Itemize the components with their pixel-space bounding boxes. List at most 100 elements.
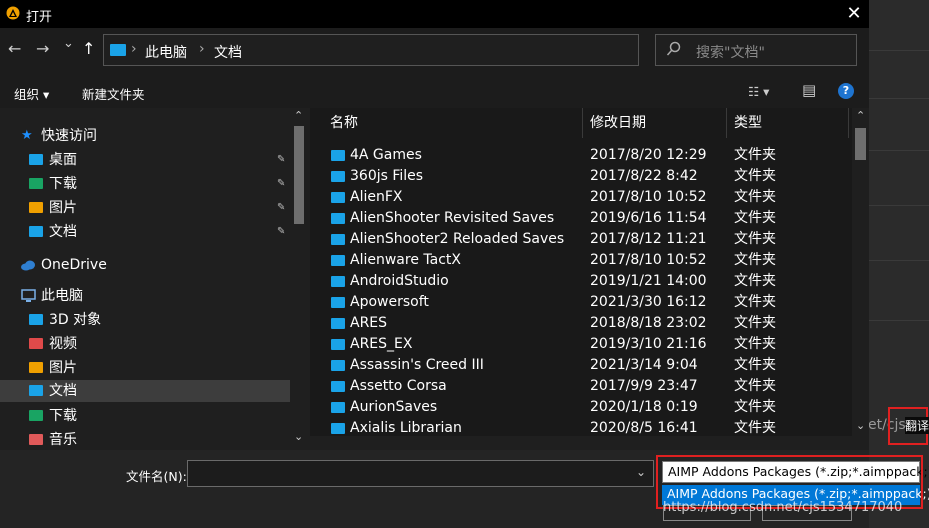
download-icon <box>29 410 43 421</box>
file-name: AlienShooter Revisited Saves <box>350 210 555 226</box>
file-list: ⌃ 名称 修改日期 类型 4A Games 2017/8/20 12:29 文件夹 … <box>310 108 852 436</box>
breadcrumb-separator: › <box>131 41 137 57</box>
sidebar-item-label: 视频 <box>49 336 77 352</box>
sidebar-item-label: 文档 <box>49 224 77 240</box>
filename-label: 文件名(N): <box>126 469 187 484</box>
file-date: 2021/3/30 16:12 <box>590 294 707 310</box>
view-options-icon[interactable]: ☷ ▾ <box>748 84 769 99</box>
scroll-up-icon[interactable]: ⌃ <box>856 109 865 122</box>
sidebar-item-music[interactable]: 音乐 <box>0 429 290 450</box>
file-row[interactable]: Alienware TactX 2017/8/10 10:52 文件夹 <box>310 250 852 271</box>
breadcrumb-this-pc[interactable]: 此电脑 <box>145 42 187 62</box>
scrollbar-thumb[interactable] <box>294 126 304 224</box>
column-header-type[interactable]: 类型 <box>734 108 762 138</box>
file-type: 文件夹 <box>734 273 776 289</box>
folder-icon <box>331 234 345 245</box>
sidebar-item-pictures-pc[interactable]: 图片 <box>0 357 290 379</box>
column-divider[interactable] <box>582 108 583 138</box>
sidebar-item-desktop[interactable]: 桌面 ✎ <box>0 149 290 171</box>
filename-input[interactable]: ⌄ <box>187 460 654 487</box>
file-date: 2021/3/14 9:04 <box>590 357 698 373</box>
file-row[interactable]: Axialis Librarian 2020/8/5 16:41 文件夹 <box>310 418 852 436</box>
sidebar-item-onedrive[interactable]: OneDrive <box>0 254 290 276</box>
column-divider[interactable] <box>848 108 849 138</box>
preview-pane-icon[interactable]: ▤ <box>802 81 816 99</box>
desktop-icon <box>29 154 43 165</box>
background-translate-button[interactable]: 翻译 <box>905 417 929 434</box>
recent-locations-chevron-icon[interactable]: ⌄ <box>63 36 74 51</box>
file-name: AlienFX <box>350 189 403 205</box>
sidebar-item-downloads[interactable]: 下载 ✎ <box>0 173 290 195</box>
folder-icon <box>331 318 345 329</box>
file-date: 2020/8/5 16:41 <box>590 420 698 436</box>
file-type: 文件夹 <box>734 294 776 310</box>
scroll-down-icon[interactable]: ⌄ <box>856 419 865 432</box>
sidebar-item-label: 下载 <box>49 408 77 424</box>
file-type: 文件夹 <box>734 357 776 373</box>
file-row[interactable]: ARES 2018/8/18 23:02 文件夹 <box>310 313 852 334</box>
sidebar-item-label: 桌面 <box>49 152 77 168</box>
sidebar-item-documents[interactable]: 文档 ✎ <box>0 221 290 243</box>
help-icon[interactable]: ? <box>838 83 854 99</box>
file-row[interactable]: 4A Games 2017/8/20 12:29 文件夹 <box>310 145 852 166</box>
file-row[interactable]: AlienShooter Revisited Saves 2019/6/16 11… <box>310 208 852 229</box>
search-box[interactable]: 搜索"文档" <box>655 34 857 66</box>
file-type: 文件夹 <box>734 231 776 247</box>
scroll-up-icon[interactable]: ⌃ <box>294 109 303 122</box>
file-name: AndroidStudio <box>350 273 449 289</box>
file-row[interactable]: Assassin's Creed III 2021/3/14 9:04 文件夹 <box>310 355 852 376</box>
file-row[interactable]: Apowersoft 2021/3/30 16:12 文件夹 <box>310 292 852 313</box>
forward-arrow-icon[interactable]: → <box>36 39 49 58</box>
up-arrow-icon[interactable]: ↑ <box>82 39 95 58</box>
sidebar-item-downloads-pc[interactable]: 下载 <box>0 405 290 427</box>
file-row[interactable]: Assetto Corsa 2017/9/9 23:47 文件夹 <box>310 376 852 397</box>
sidebar-item-documents-pc[interactable]: 文档 <box>0 380 290 402</box>
organize-button[interactable]: 组织 ▾ <box>14 84 49 103</box>
pin-icon[interactable]: ✎ <box>277 221 285 243</box>
folder-icon <box>331 297 345 308</box>
sidebar-item-3d-objects[interactable]: 3D 对象 <box>0 309 290 331</box>
file-type: 文件夹 <box>734 210 776 226</box>
close-button[interactable]: ✕ <box>840 2 868 26</box>
scroll-down-icon[interactable]: ⌄ <box>294 430 303 443</box>
scrollbar-thumb[interactable] <box>855 128 866 160</box>
file-name: Alienware TactX <box>350 252 461 268</box>
file-name: Apowersoft <box>350 294 429 310</box>
breadcrumb-documents[interactable]: 文档 <box>214 42 242 62</box>
pin-icon[interactable]: ✎ <box>277 149 285 171</box>
background-app <box>869 0 929 528</box>
column-header-name[interactable]: 名称 <box>330 108 358 138</box>
video-icon <box>29 338 43 349</box>
column-header-date[interactable]: 修改日期 <box>590 108 646 138</box>
file-name: Assassin's Creed III <box>350 357 484 373</box>
horizontal-scrollbar[interactable] <box>310 436 852 450</box>
sidebar-item-pictures[interactable]: 图片 ✎ <box>0 197 290 219</box>
file-name: ARES_EX <box>350 336 413 352</box>
file-row[interactable]: AurionSaves 2020/1/18 0:19 文件夹 <box>310 397 852 418</box>
file-type: 文件夹 <box>734 336 776 352</box>
file-date: 2017/8/12 11:21 <box>590 231 707 247</box>
address-bar[interactable]: › 此电脑 › 文档 ⌄ ↻ <box>103 34 731 66</box>
back-arrow-icon[interactable]: ← <box>8 39 21 58</box>
folder-icon <box>331 402 345 413</box>
file-row[interactable]: AlienFX 2017/8/10 10:52 文件夹 <box>310 187 852 208</box>
sidebar-item-label: 图片 <box>49 200 77 216</box>
file-list-scrollbar[interactable]: ⌃ ⌄ <box>852 108 869 436</box>
command-toolbar: 组织 ▾ 新建文件夹 ☷ ▾ ▤ ? <box>0 74 869 108</box>
file-name: AlienShooter2 Reloaded Saves <box>350 231 565 247</box>
file-row[interactable]: 360js Files 2017/8/22 8:42 文件夹 <box>310 166 852 187</box>
pin-icon[interactable]: ✎ <box>277 173 285 195</box>
sidebar-item-this-pc[interactable]: 此电脑 <box>0 285 290 307</box>
sidebar-item-quick-access[interactable]: ★ 快速访问 <box>0 125 290 147</box>
chevron-down-icon[interactable]: ⌄ <box>636 465 646 479</box>
sidebar-item-videos[interactable]: 视频 <box>0 333 290 355</box>
file-type: 文件夹 <box>734 420 776 436</box>
navigation-pane-scrollbar[interactable]: ⌃ ⌄ <box>290 108 308 450</box>
column-divider[interactable] <box>726 108 727 138</box>
search-icon <box>666 41 682 61</box>
file-row[interactable]: ARES_EX 2019/3/10 21:16 文件夹 <box>310 334 852 355</box>
pin-icon[interactable]: ✎ <box>277 197 285 219</box>
file-row[interactable]: AndroidStudio 2019/1/21 14:00 文件夹 <box>310 271 852 292</box>
file-row[interactable]: AlienShooter2 Reloaded Saves 2017/8/12 11… <box>310 229 852 250</box>
new-folder-button[interactable]: 新建文件夹 <box>82 84 145 103</box>
